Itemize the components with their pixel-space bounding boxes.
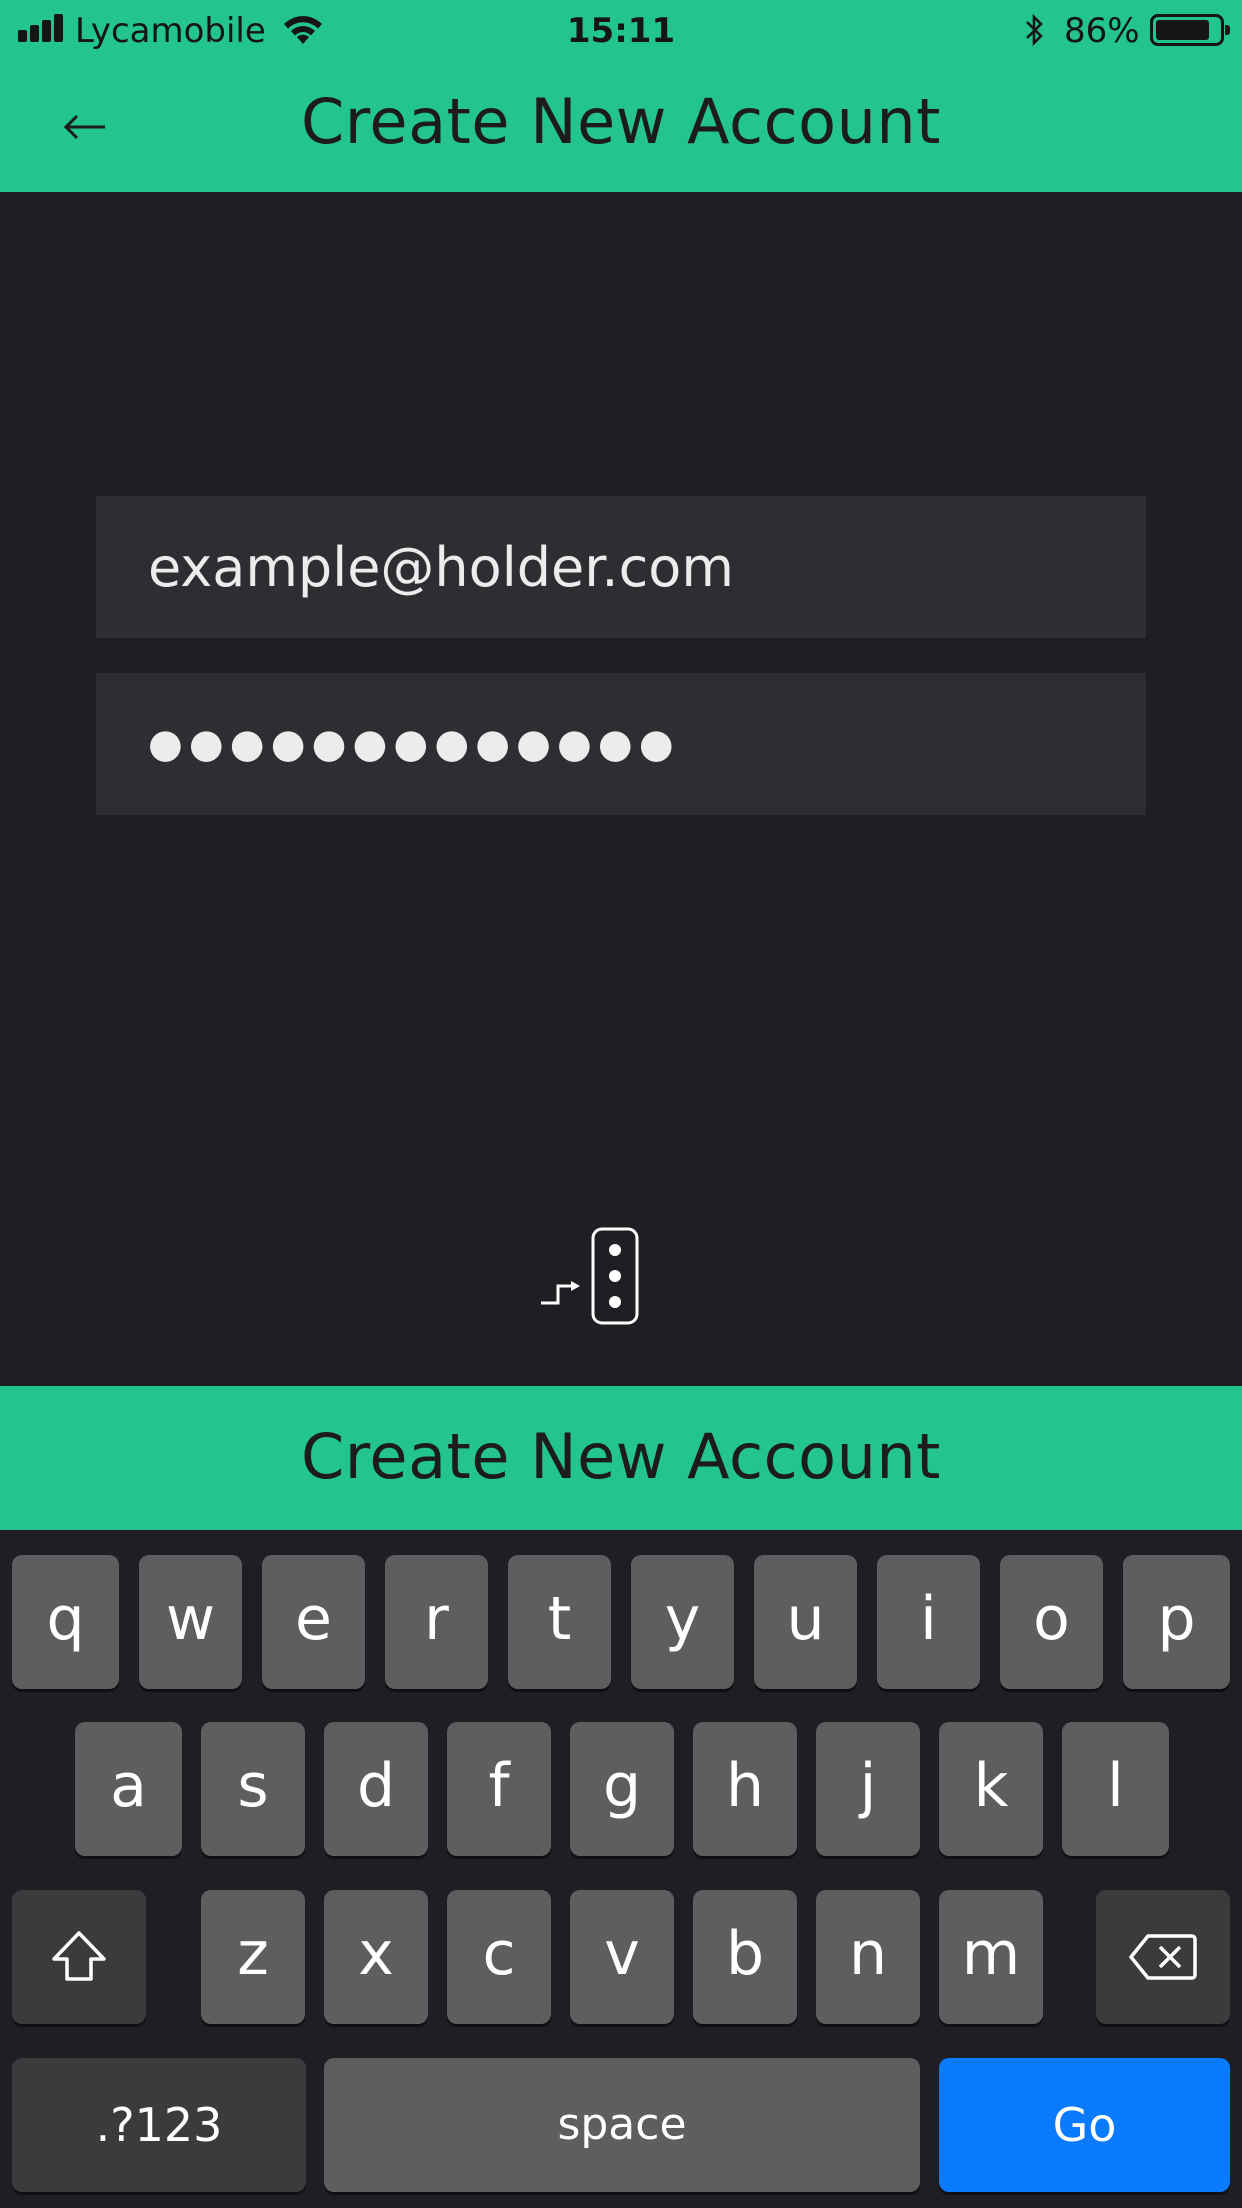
clock: 15:11: [566, 11, 676, 51]
status-bar: Lycamobile 15:11 86%: [0, 0, 1242, 62]
key-j[interactable]: j: [816, 1722, 920, 1856]
key-s[interactable]: s: [201, 1722, 305, 1856]
go-key[interactable]: Go: [939, 2058, 1230, 2192]
key-t[interactable]: t: [508, 1555, 611, 1689]
battery-percentage: 86%: [1064, 11, 1140, 51]
bluetooth-icon: [1026, 13, 1043, 47]
key-g[interactable]: g: [570, 1722, 674, 1856]
numbers-key[interactable]: .?123: [12, 2058, 306, 2192]
key-m[interactable]: m: [939, 1890, 1043, 2024]
key-o[interactable]: o: [1000, 1555, 1103, 1689]
key-x[interactable]: x: [324, 1890, 428, 2024]
key-r[interactable]: r: [385, 1555, 488, 1689]
keyboard: q w e r t y u i o p a s d f g h j k l z …: [0, 1530, 1242, 2208]
shift-key[interactable]: [12, 1890, 146, 2024]
key-u[interactable]: u: [754, 1555, 857, 1689]
app-header: Lycamobile 15:11 86% Create New Account: [0, 0, 1242, 192]
key-k[interactable]: k: [939, 1722, 1043, 1856]
key-y[interactable]: y: [631, 1555, 734, 1689]
shift-icon: [52, 1931, 106, 1981]
key-q[interactable]: q: [12, 1555, 119, 1689]
space-key[interactable]: space: [324, 2058, 920, 2192]
delete-key[interactable]: [1096, 1890, 1230, 2024]
key-h[interactable]: h: [693, 1722, 797, 1856]
create-account-button[interactable]: Create New Account: [0, 1386, 1242, 1530]
key-a[interactable]: a: [75, 1722, 182, 1856]
key-e[interactable]: e: [262, 1555, 365, 1689]
battery-icon: [1150, 14, 1230, 46]
key-v[interactable]: v: [570, 1890, 674, 2024]
key-c[interactable]: c: [447, 1890, 551, 2024]
key-d[interactable]: d: [324, 1722, 428, 1856]
backspace-icon: [1129, 1934, 1197, 1980]
key-p[interactable]: p: [1123, 1555, 1230, 1689]
key-w[interactable]: w: [139, 1555, 242, 1689]
server-connect-icon: [541, 1227, 639, 1325]
page-title: Create New Account: [301, 85, 941, 158]
navigation-bar: Create New Account: [0, 62, 1242, 192]
key-n[interactable]: n: [816, 1890, 920, 2024]
key-f[interactable]: f: [447, 1722, 551, 1856]
email-field[interactable]: [96, 496, 1146, 638]
key-b[interactable]: b: [693, 1890, 797, 2024]
key-l[interactable]: l: [1062, 1722, 1169, 1856]
key-i[interactable]: i: [877, 1555, 980, 1689]
battery-level-fill: [1156, 20, 1210, 40]
password-field[interactable]: [96, 673, 1146, 815]
key-z[interactable]: z: [201, 1890, 305, 2024]
